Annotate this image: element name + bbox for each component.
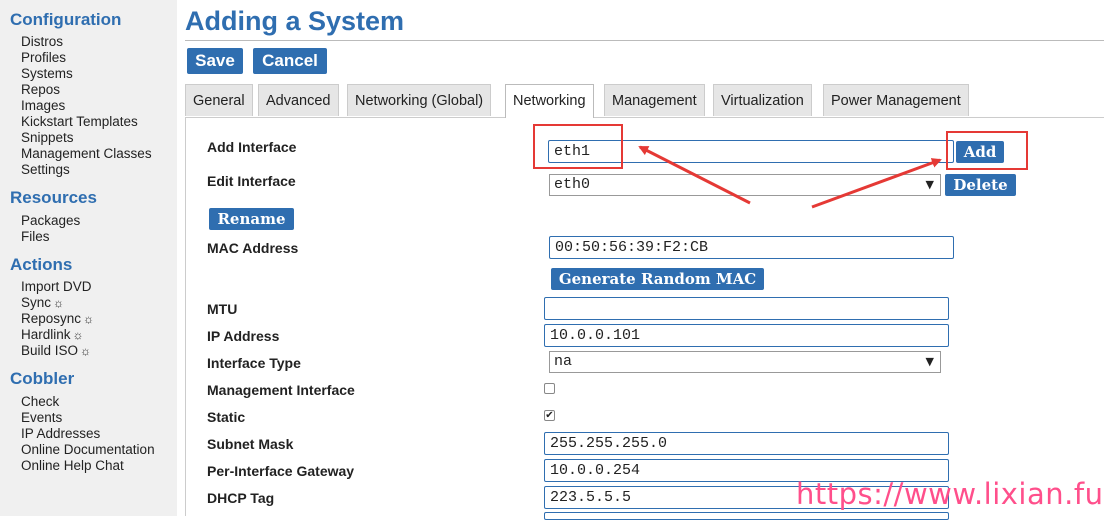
arrow-to-input xyxy=(638,145,751,205)
arrow-to-add-button xyxy=(811,158,942,209)
watermark-text: https://www.lixian.fun xyxy=(796,477,1104,511)
annotation-arrows xyxy=(638,145,942,209)
